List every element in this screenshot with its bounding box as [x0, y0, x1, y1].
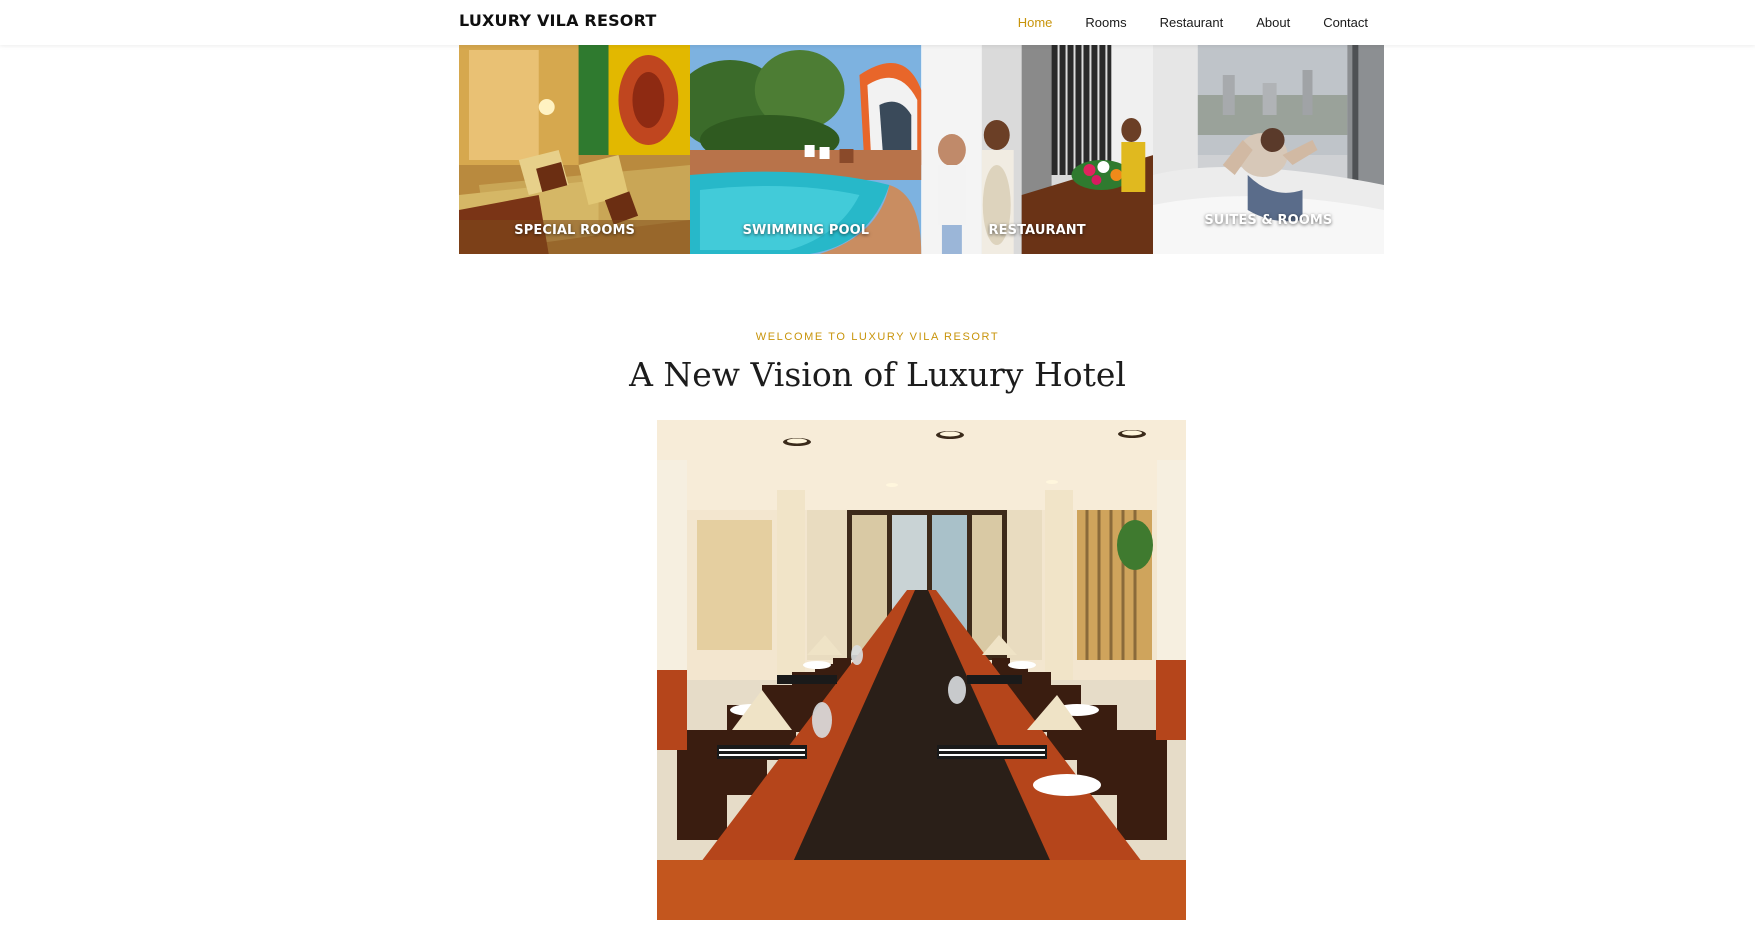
- tile-label: SPECIAL ROOMS: [514, 223, 635, 238]
- main-nav: Home Rooms Restaurant About Contact: [985, 0, 1368, 45]
- tile-label: RESTAURANT: [988, 223, 1086, 238]
- brand-logo[interactable]: LUXURY VILA RESORT: [459, 11, 657, 30]
- nav-restaurant[interactable]: Restaurant: [1160, 15, 1224, 30]
- nav-about[interactable]: About: [1256, 15, 1290, 30]
- tile-label: SUITES & ROOMS: [1204, 213, 1333, 228]
- tile-suites-rooms[interactable]: SUITES & ROOMS: [1152, 45, 1384, 254]
- welcome-headline: A New Vision of Luxury Hotel: [629, 355, 1126, 394]
- dining-room-image: [657, 420, 1186, 920]
- nav-contact[interactable]: Contact: [1323, 15, 1368, 30]
- welcome-eyebrow: WELCOME TO LUXURY VILA RESORT: [755, 331, 1000, 343]
- tile-special-rooms[interactable]: SPECIAL ROOMS: [459, 45, 691, 254]
- tile-label: SWIMMING POOL: [742, 223, 870, 238]
- nav-home[interactable]: Home: [1018, 15, 1053, 30]
- feature-tiles: SPECIAL ROOMS SWIMMING POOL RESTAURANT S…: [459, 45, 1384, 254]
- nav-rooms[interactable]: Rooms: [1085, 15, 1126, 30]
- hero-image: [657, 420, 1186, 920]
- navbar: LUXURY VILA RESORT Home Rooms Restaurant…: [0, 0, 1755, 45]
- tile-restaurant[interactable]: RESTAURANT: [921, 45, 1153, 254]
- tile-swimming-pool[interactable]: SWIMMING POOL: [690, 45, 922, 254]
